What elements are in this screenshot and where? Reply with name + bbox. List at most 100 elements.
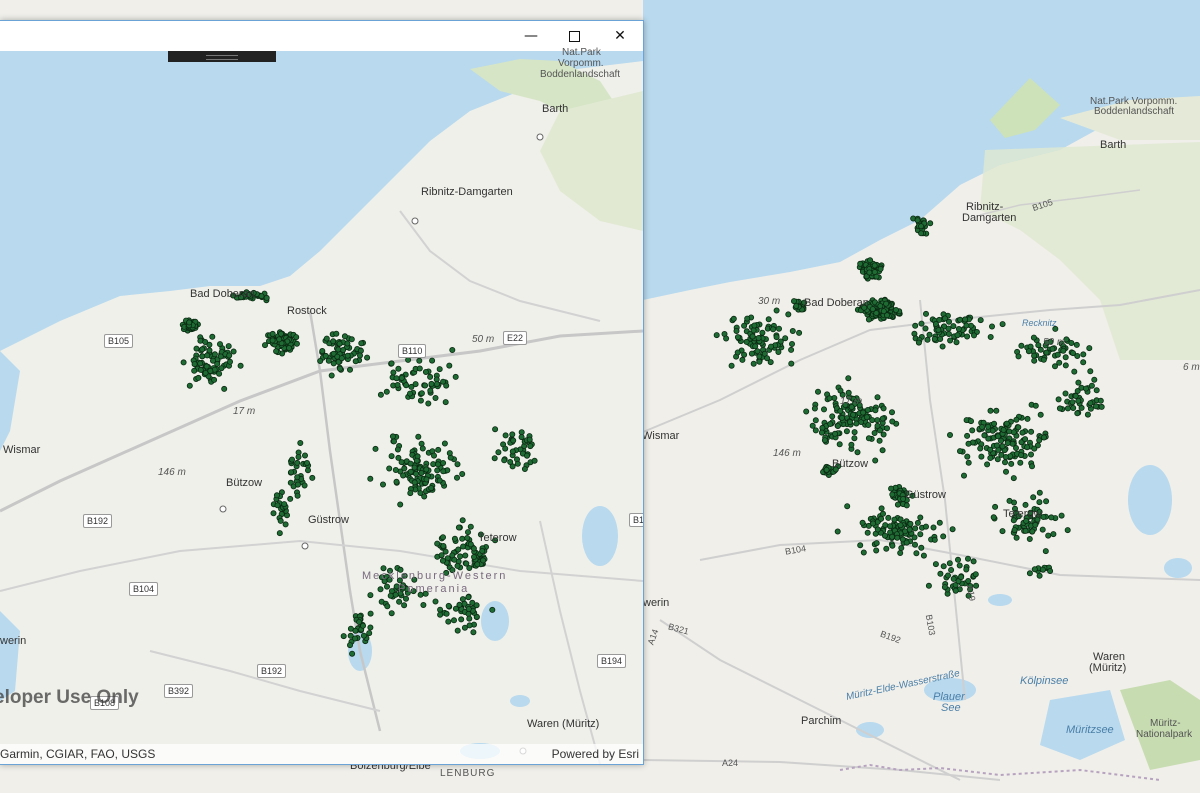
feature-point[interactable] [186, 319, 193, 326]
feature-point[interactable] [297, 439, 304, 446]
feature-point[interactable] [423, 466, 430, 473]
feature-point[interactable] [1058, 512, 1065, 519]
feature-point[interactable] [464, 534, 471, 541]
feature-point[interactable] [1036, 437, 1043, 444]
feature-point[interactable] [945, 572, 952, 579]
feature-point[interactable] [338, 355, 345, 362]
feature-point[interactable] [466, 615, 473, 622]
feature-point[interactable] [984, 461, 991, 468]
feature-point[interactable] [463, 560, 470, 567]
feature-point[interactable] [756, 353, 763, 360]
feature-point[interactable] [915, 339, 922, 346]
feature-point[interactable] [955, 556, 962, 563]
feature-point[interactable] [393, 375, 400, 382]
feature-point[interactable] [366, 630, 373, 637]
feature-point[interactable] [992, 503, 999, 510]
feature-point[interactable] [930, 524, 937, 531]
feature-point[interactable] [971, 332, 978, 339]
feature-point[interactable] [865, 421, 872, 428]
feature-point[interactable] [995, 433, 1002, 440]
feature-point[interactable] [367, 475, 374, 482]
feature-point[interactable] [777, 338, 784, 345]
minimize-button[interactable]: — [508, 21, 554, 51]
feature-point[interactable] [832, 430, 839, 437]
feature-point[interactable] [1022, 527, 1029, 534]
feature-point[interactable] [812, 417, 819, 424]
feature-point[interactable] [1039, 526, 1046, 533]
feature-point[interactable] [465, 594, 472, 601]
feature-point[interactable] [225, 343, 232, 350]
feature-point[interactable] [1045, 532, 1052, 539]
feature-point[interactable] [748, 350, 755, 357]
feature-point[interactable] [330, 338, 337, 345]
feature-point[interactable] [887, 523, 894, 530]
feature-point[interactable] [492, 426, 499, 433]
feature-point[interactable] [417, 397, 424, 404]
feature-point[interactable] [1025, 348, 1032, 355]
feature-point[interactable] [948, 567, 955, 574]
feature-point[interactable] [955, 325, 962, 332]
feature-point[interactable] [918, 230, 925, 237]
feature-point[interactable] [1003, 468, 1010, 475]
feature-point[interactable] [788, 346, 795, 353]
feature-point[interactable] [319, 347, 326, 354]
feature-point[interactable] [860, 409, 867, 416]
feature-point[interactable] [396, 598, 403, 605]
feature-point[interactable] [889, 409, 896, 416]
feature-point[interactable] [509, 431, 516, 438]
feature-point[interactable] [341, 333, 348, 340]
feature-point[interactable] [470, 545, 477, 552]
feature-point[interactable] [480, 557, 487, 564]
feature-point[interactable] [987, 407, 994, 414]
feature-point[interactable] [452, 373, 459, 380]
feature-point[interactable] [773, 334, 780, 341]
feature-point[interactable] [994, 442, 1001, 449]
feature-point[interactable] [397, 501, 404, 508]
feature-point[interactable] [848, 441, 855, 448]
feature-point[interactable] [459, 470, 466, 477]
feature-point[interactable] [441, 440, 448, 447]
feature-point[interactable] [874, 526, 881, 533]
feature-point[interactable] [416, 365, 423, 372]
feature-point[interactable] [965, 440, 972, 447]
feature-point[interactable] [885, 514, 892, 521]
feature-point[interactable] [728, 362, 735, 369]
feature-point[interactable] [440, 459, 447, 466]
feature-point[interactable] [1026, 570, 1033, 577]
feature-point[interactable] [893, 306, 900, 313]
feature-point[interactable] [1088, 382, 1095, 389]
feature-point[interactable] [926, 331, 933, 338]
feature-point[interactable] [1054, 351, 1061, 358]
feature-point[interactable] [422, 368, 429, 375]
feature-point[interactable] [1087, 368, 1094, 375]
feature-point[interactable] [734, 349, 741, 356]
feature-point[interactable] [809, 422, 816, 429]
feature-point[interactable] [495, 449, 502, 456]
feature-point[interactable] [356, 619, 363, 626]
feature-point[interactable] [411, 464, 418, 471]
feature-point[interactable] [950, 323, 957, 330]
feature-point[interactable] [776, 325, 783, 332]
feature-point[interactable] [1029, 463, 1036, 470]
feature-point[interactable] [759, 329, 766, 336]
feature-point[interactable] [199, 353, 206, 360]
feature-point[interactable] [891, 516, 898, 523]
feature-point[interactable] [947, 431, 954, 438]
feature-point[interactable] [999, 528, 1006, 535]
feature-point[interactable] [860, 549, 867, 556]
feature-point[interactable] [739, 356, 746, 363]
feature-point[interactable] [436, 366, 443, 373]
feature-point[interactable] [531, 457, 538, 464]
feature-point[interactable] [394, 446, 401, 453]
feature-point[interactable] [884, 425, 891, 432]
feature-point[interactable] [451, 556, 458, 563]
feature-point[interactable] [1006, 497, 1013, 504]
feature-point[interactable] [455, 546, 462, 553]
feature-point[interactable] [773, 307, 780, 314]
feature-point[interactable] [829, 413, 836, 420]
feature-point[interactable] [1031, 445, 1038, 452]
feature-point[interactable] [351, 635, 358, 642]
feature-point[interactable] [221, 385, 228, 392]
feature-point[interactable] [211, 351, 218, 358]
powered-by-link[interactable]: Powered by Esri [552, 747, 639, 761]
